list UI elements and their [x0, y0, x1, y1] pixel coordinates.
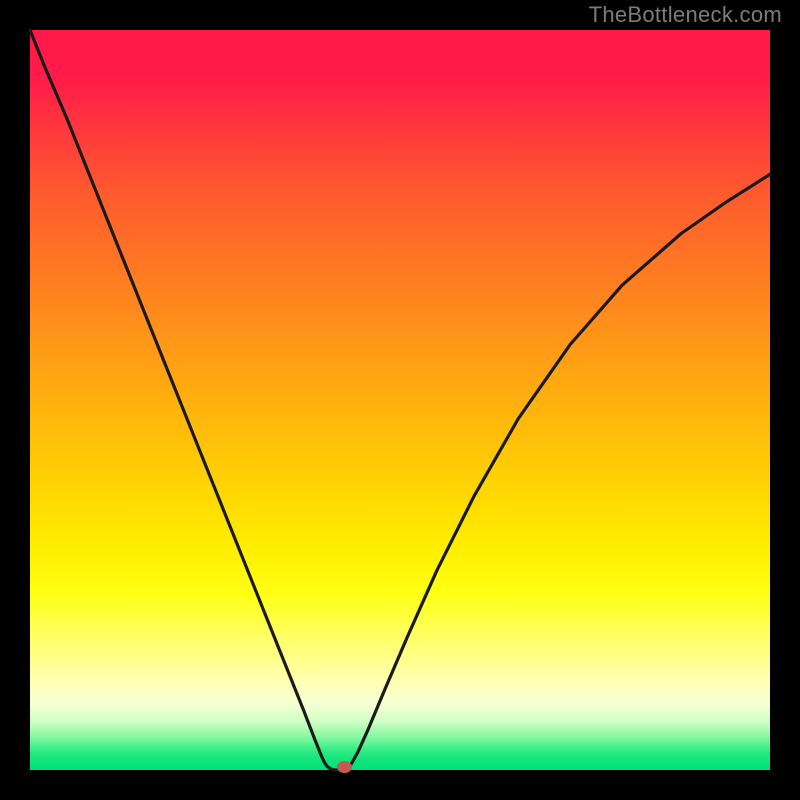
min-marker [338, 762, 352, 773]
chart-svg [30, 30, 770, 770]
plot-area [30, 30, 770, 770]
bottleneck-curve [30, 30, 770, 770]
watermark-text: TheBottleneck.com [589, 2, 782, 28]
chart-frame: TheBottleneck.com [0, 0, 800, 800]
